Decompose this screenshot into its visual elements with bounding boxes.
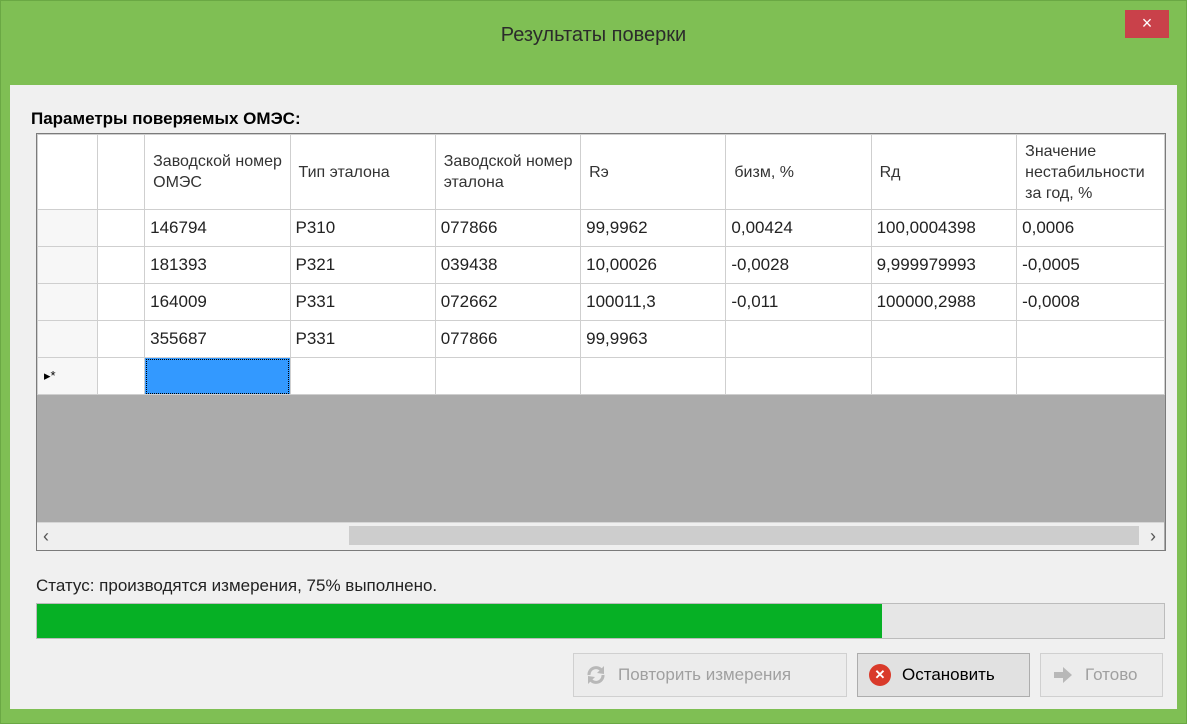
cell-standard-type[interactable]: P321	[289, 246, 436, 284]
empty-cell[interactable]	[1016, 357, 1165, 395]
horizontal-scrollbar[interactable]: ‹ ›	[37, 522, 1164, 550]
new-row[interactable]: ▸*	[37, 357, 1165, 395]
cell-standard-type[interactable]: P331	[289, 320, 436, 358]
close-button[interactable]: ×	[1125, 10, 1169, 38]
done-button[interactable]: Готово	[1040, 653, 1163, 697]
section-label: Параметры поверяемых ОМЭС:	[31, 109, 301, 128]
cell-instability[interactable]: -0,0005	[1016, 246, 1165, 284]
cell-serial[interactable]: 164009	[144, 283, 291, 321]
empty-cell[interactable]	[580, 357, 727, 395]
cell-standard-serial[interactable]: 039438	[434, 246, 582, 284]
cell-rd[interactable]: 100000,2988	[870, 283, 1018, 321]
column-header-error[interactable]: бизм, %	[725, 134, 872, 210]
window-title: Результаты поверки	[500, 24, 687, 46]
header-row: Заводской номер ОМЭС Тип эталона Заводск…	[37, 134, 1165, 210]
row-header[interactable]	[37, 246, 98, 284]
column-header-standard-serial[interactable]: Заводской номер эталона	[434, 134, 582, 210]
blank-header	[96, 134, 146, 210]
cell-error[interactable]: -0,011	[725, 283, 872, 321]
repeat-button-label: Повторить измерения	[618, 665, 792, 684]
empty-cell[interactable]	[289, 357, 436, 395]
stop-button-label: Остановить	[902, 665, 995, 684]
grid-table: Заводской номер ОМЭС Тип эталона Заводск…	[37, 134, 1165, 395]
new-row-marker-icon: ▸*	[37, 357, 98, 395]
progress-bar	[36, 603, 1165, 639]
corner-header	[37, 134, 98, 210]
cell-serial[interactable]: 181393	[144, 246, 291, 284]
cell-error[interactable]: 0,00424	[725, 209, 872, 247]
cell-re[interactable]: 100011,3	[580, 283, 727, 321]
stop-button[interactable]: ✕ Остановить	[857, 653, 1030, 697]
cell-rd[interactable]: 9,999979993	[870, 246, 1018, 284]
cell-re[interactable]: 10,00026	[580, 246, 727, 284]
cell-serial[interactable]: 146794	[144, 209, 291, 247]
cell-re[interactable]: 99,9962	[580, 209, 727, 247]
cell-standard-type[interactable]: P310	[289, 209, 436, 247]
column-header-rd[interactable]: Rд	[870, 134, 1018, 210]
cell-instability[interactable]: 0,0006	[1016, 209, 1165, 247]
scrollbar-thumb[interactable]	[349, 526, 1139, 545]
done-button-label: Готово	[1085, 665, 1138, 684]
arrow-right-icon	[1051, 663, 1075, 687]
blank-cell[interactable]	[96, 246, 146, 284]
row-header[interactable]	[37, 283, 98, 321]
repeat-measurements-button[interactable]: Повторить измерения	[573, 653, 847, 697]
column-header-instability[interactable]: Значение нестабильности за год, %	[1016, 134, 1165, 210]
column-header-standard-type[interactable]: Тип эталона	[289, 134, 436, 210]
cell-serial[interactable]: 355687	[144, 320, 291, 358]
blank-cell[interactable]	[96, 283, 146, 321]
cell-error[interactable]	[725, 320, 872, 358]
title-bar[interactable]: Результаты поверки ×	[1, 1, 1186, 85]
refresh-icon	[584, 663, 608, 687]
blank-cell[interactable]	[96, 209, 146, 247]
row-header[interactable]	[37, 320, 98, 358]
table-row[interactable]: 181393 P321 039438 10,00026 -0,0028 9,99…	[37, 246, 1165, 284]
row-header[interactable]	[37, 209, 98, 247]
cell-instability[interactable]	[1016, 320, 1165, 358]
close-icon: ×	[1141, 13, 1153, 33]
cell-error[interactable]: -0,0028	[725, 246, 872, 284]
stop-icon: ✕	[868, 663, 892, 687]
empty-cell[interactable]	[434, 357, 582, 395]
blank-cell[interactable]	[96, 320, 146, 358]
cell-rd[interactable]: 100,0004398	[870, 209, 1018, 247]
column-header-re[interactable]: Rэ	[580, 134, 727, 210]
empty-cell[interactable]	[725, 357, 872, 395]
cell-standard-serial[interactable]: 077866	[434, 209, 582, 247]
selected-cell[interactable]	[144, 357, 291, 395]
blank-cell[interactable]	[96, 357, 146, 395]
cell-re[interactable]: 99,9963	[580, 320, 727, 358]
cell-instability[interactable]: -0,0008	[1016, 283, 1165, 321]
cell-standard-serial[interactable]: 077866	[434, 320, 582, 358]
scroll-right-icon[interactable]: ›	[1150, 526, 1156, 547]
empty-cell[interactable]	[870, 357, 1018, 395]
status-text: Статус: производятся измерения, 75% выпо…	[36, 576, 438, 595]
table-row[interactable]: 164009 P331 072662 100011,3 -0,011 10000…	[37, 283, 1165, 321]
cell-standard-serial[interactable]: 072662	[434, 283, 582, 321]
table-row[interactable]: 146794 P310 077866 99,9962 0,00424 100,0…	[37, 209, 1165, 247]
progress-fill	[37, 604, 883, 638]
cell-rd[interactable]	[870, 320, 1018, 358]
scroll-left-icon[interactable]: ‹	[43, 526, 49, 547]
column-header-serial[interactable]: Заводской номер ОМЭС	[144, 134, 291, 210]
table-row[interactable]: 355687 P331 077866 99,9963	[37, 320, 1165, 358]
results-grid[interactable]: Заводской номер ОМЭС Тип эталона Заводск…	[36, 133, 1166, 551]
cell-standard-type[interactable]: P331	[289, 283, 436, 321]
